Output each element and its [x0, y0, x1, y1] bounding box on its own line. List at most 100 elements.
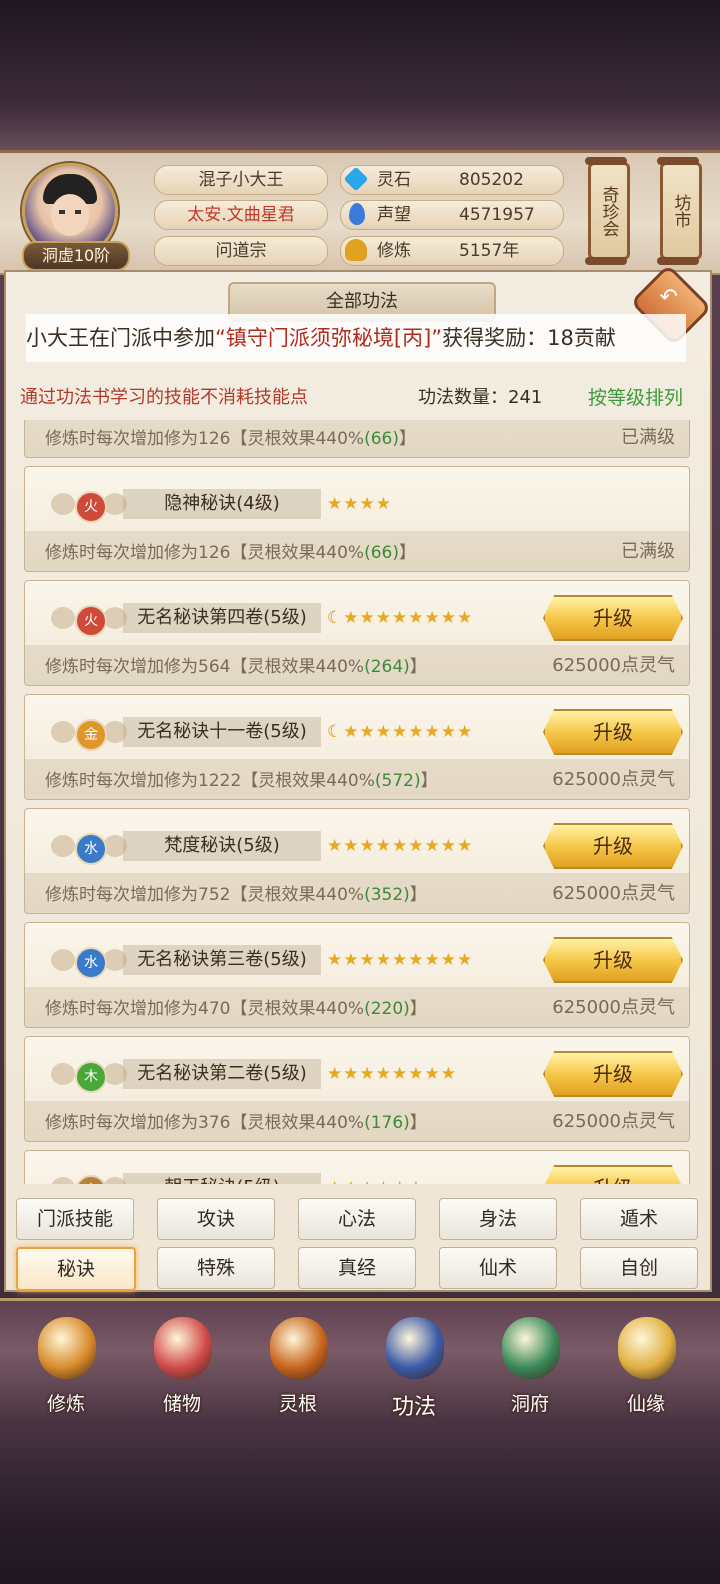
emblem-wing	[51, 1177, 75, 1184]
nav-item[interactable]: 洞府	[482, 1311, 578, 1421]
treasure-fair-button[interactable]: 奇珍会	[585, 157, 630, 265]
skill-stars: ★★★★★★★★★	[327, 833, 473, 859]
category-tab[interactable]: 心法	[298, 1198, 416, 1240]
skill-card[interactable]: 木无名秘诀第二卷(5级) ★★★★★★★★ 升级 修炼时每次增加修为376【灵根效果4…	[24, 1036, 690, 1142]
star-icon: ★	[327, 1178, 343, 1184]
star-icon: ★	[392, 722, 409, 742]
skill-card[interactable]: 金无名秘诀十一卷(5级) ☾★★★★★★★★ 升级修炼时每次增加修为1222【灵根效…	[24, 694, 690, 800]
star-icon: ★	[375, 494, 392, 514]
upgrade-button[interactable]: 升级	[543, 1165, 683, 1184]
skill-name: 隐神秘诀(4级)	[123, 489, 321, 519]
cultivate-icon	[38, 1317, 96, 1379]
skill-count: 功法数量：241	[418, 387, 543, 408]
desc-bonus: (352)	[364, 885, 410, 905]
desc-end: 】	[409, 657, 427, 677]
skill-name: 梵度秘诀(5级)	[123, 831, 321, 861]
star-icon: ★	[424, 722, 441, 742]
star-icon: ★	[376, 1178, 392, 1184]
player-sect: 问道宗	[154, 236, 328, 266]
desc-end: 】	[420, 771, 438, 791]
star-icon: ★	[327, 494, 344, 514]
skill-status: 625000点灵气	[552, 997, 675, 1018]
star-icon: ★	[359, 836, 376, 856]
nav-item[interactable]: 修炼	[18, 1311, 114, 1421]
emblem-wing	[51, 835, 75, 857]
element-emblem: 金	[51, 715, 127, 751]
top-background	[0, 0, 720, 150]
skill-stars: ★★★★★★★★★	[327, 947, 473, 973]
skill-name: 无名秘诀十一卷(5级)	[123, 717, 321, 747]
star-icon: ★	[359, 608, 376, 628]
emblem-wing	[51, 1063, 75, 1085]
bottom-background	[0, 1420, 720, 1584]
ticker-prefix: 小大王在门派中参加	[26, 326, 215, 350]
skill-list[interactable]: 修炼时每次增加修为126【灵根效果440%(66)】 已满级火隐神秘诀(4级) ★★…	[24, 420, 692, 1184]
element-emblem: 水	[51, 943, 127, 979]
star-icon: ★	[327, 836, 344, 856]
category-tab[interactable]: 门派技能	[16, 1198, 134, 1240]
star-icon: ★	[343, 836, 360, 856]
gourd-icon	[618, 1317, 676, 1379]
category-tab[interactable]: 仙术	[439, 1247, 557, 1289]
category-tab[interactable]: 攻诀	[157, 1198, 275, 1240]
category-tab[interactable]: 秘诀	[16, 1247, 136, 1291]
star-icon: ★	[424, 836, 441, 856]
upgrade-button[interactable]: 升级	[543, 595, 683, 641]
stat-label: 修炼	[377, 241, 411, 261]
cave-house-icon	[502, 1317, 560, 1379]
skill-stars: ☾★★★★★★★★	[327, 719, 473, 745]
desc-bonus: (66)	[364, 543, 399, 563]
skill-name: 无名秘诀第二卷(5级)	[123, 1059, 321, 1089]
nav-item[interactable]: 功法	[366, 1311, 462, 1421]
spirit-root-icon	[270, 1317, 328, 1379]
stat-spirit-stone: 灵石 805202	[340, 165, 564, 195]
skill-card[interactable]: 水无名秘诀第三卷(5级) ★★★★★★★★★ 升级 修炼时每次增加修为470【灵根效果…	[24, 922, 690, 1028]
upgrade-button[interactable]: 升级	[543, 823, 683, 869]
star-icon: ★	[457, 836, 474, 856]
star-icon: ★	[327, 1064, 344, 1084]
skill-status: 已满级	[621, 427, 675, 448]
skill-description: 修炼时每次增加修为126【灵根效果440%(66)】	[45, 424, 416, 449]
nav-label: 洞府	[510, 1393, 549, 1415]
skill-card[interactable]: 火隐神秘诀(4级) ★★★★ 修炼时每次增加修为126【灵根效果440%(66)】已…	[24, 466, 690, 572]
star-icon: ★	[343, 722, 360, 742]
market-button[interactable]: 坊市	[657, 157, 702, 265]
star-icon: ★	[440, 722, 457, 742]
desc-bonus: (572)	[374, 771, 421, 791]
skill-card[interactable]: 土朝天秘诀(5级)★★★★★★升级	[24, 1150, 690, 1184]
category-tab[interactable]: 真经	[298, 1247, 416, 1289]
upgrade-button[interactable]: 升级	[543, 709, 683, 755]
stat-label: 声望	[377, 205, 411, 225]
star-icon: ★	[440, 950, 457, 970]
emblem-wing	[51, 949, 75, 971]
desc-bonus: (66)	[364, 429, 399, 449]
desc-text: 修炼时每次增加修为376【灵根效果440%	[45, 1113, 365, 1133]
nav-label: 功法	[391, 1395, 436, 1420]
desc-bonus: (220)	[364, 999, 410, 1019]
skill-description: 修炼时每次增加修为1222【灵根效果440%(572)】	[45, 766, 438, 791]
upgrade-button[interactable]: 升级	[543, 937, 683, 983]
bag-icon	[154, 1317, 212, 1379]
nav-item[interactable]: 储物	[134, 1311, 230, 1421]
skill-name: 朝天秘诀(5级)	[123, 1173, 321, 1184]
category-tab[interactable]: 自创	[580, 1247, 698, 1289]
skill-stars: ☾★★★★★★★★	[327, 605, 473, 631]
desc-end: 】	[409, 1113, 427, 1133]
blue-gem-icon	[349, 203, 365, 225]
skill-card[interactable]: 水梵度秘诀(5级) ★★★★★★★★★ 升级 修炼时每次增加修为752【灵根效果440…	[24, 808, 690, 914]
skill-status: 625000点灵气	[552, 1111, 675, 1132]
nav-item[interactable]: 灵根	[250, 1311, 346, 1421]
star-icon: ★	[392, 836, 409, 856]
star-icon: ★	[343, 950, 360, 970]
category-tab[interactable]: 特殊	[157, 1247, 275, 1289]
nav-item[interactable]: 仙缘	[598, 1311, 694, 1421]
category-tab[interactable]: 身法	[439, 1198, 557, 1240]
sort-by-level-button[interactable]: 按等级排列	[588, 386, 683, 410]
skill-description: 修炼时每次增加修为376【灵根效果440%(176)】	[45, 1108, 427, 1133]
element-icon: 火	[75, 491, 107, 523]
category-tab[interactable]: 遁术	[580, 1198, 698, 1240]
skill-card[interactable]: 火无名秘诀第四卷(5级) ☾★★★★★★★★ 升级 修炼时每次增加修为564【灵根效果…	[24, 580, 690, 686]
upgrade-button[interactable]: 升级	[543, 1051, 683, 1097]
skill-card[interactable]: 修炼时每次增加修为126【灵根效果440%(66)】 已满级	[24, 420, 690, 458]
desc-end: 】	[398, 543, 416, 563]
